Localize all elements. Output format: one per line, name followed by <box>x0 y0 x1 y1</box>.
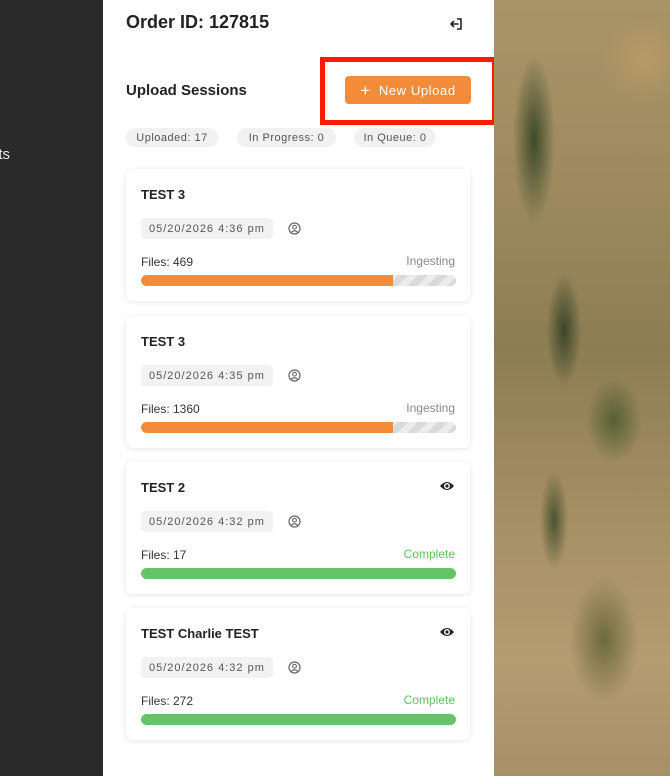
page-title: Order ID: 127815 <box>126 12 270 32</box>
left-nav: nts <box>0 0 103 776</box>
new-upload-label: New Upload <box>378 82 456 98</box>
new-upload-button[interactable]: + New Upload <box>345 76 471 104</box>
session-status: Ingesting <box>406 254 455 268</box>
user-icon <box>288 222 301 235</box>
session-status: Complete <box>403 693 455 707</box>
session-date: 05/20/2026 4:32 pm <box>141 511 273 532</box>
progress-bar <box>141 275 456 286</box>
nav-item-label[interactable]: nts <box>0 146 10 163</box>
section-title: Upload Sessions <box>126 82 247 99</box>
progress-fill <box>141 568 456 579</box>
session-file-count: Files: 17 <box>141 548 187 562</box>
session-date: 05/20/2026 4:32 pm <box>141 657 273 678</box>
user-icon <box>288 369 301 382</box>
progress-bar <box>141 714 456 725</box>
progress-fill <box>141 714 456 725</box>
in-progress-count-badge: In Progress: 0 <box>237 128 336 147</box>
session-file-count: Files: 272 <box>141 694 194 708</box>
user-icon <box>288 661 301 674</box>
uploaded-count-badge: Uploaded: 17 <box>126 128 218 147</box>
session-title: TEST 3 <box>141 187 186 202</box>
progress-bar <box>141 568 456 579</box>
upload-session-card[interactable]: TEST 3 05/20/2026 4:35 pm Files: 1360 In… <box>126 316 470 448</box>
upload-session-card[interactable]: TEST Charlie TEST 05/20/2026 4:32 pm Fil… <box>126 608 470 740</box>
progress-fill <box>141 422 393 433</box>
session-status: Complete <box>403 547 455 561</box>
upload-session-card[interactable]: TEST 2 05/20/2026 4:32 pm Files: 17 Comp… <box>126 462 470 594</box>
in-queue-count-badge: In Queue: 0 <box>354 128 436 147</box>
upload-session-card[interactable]: TEST 3 05/20/2026 4:36 pm Files: 469 Ing… <box>126 169 470 301</box>
progress-bar <box>141 422 456 433</box>
plus-icon: + <box>360 80 371 100</box>
session-title: TEST 2 <box>141 480 186 495</box>
user-icon <box>288 515 301 528</box>
session-status: Ingesting <box>406 401 455 415</box>
session-title: TEST Charlie TEST <box>141 626 259 641</box>
session-date: 05/20/2026 4:36 pm <box>141 218 273 239</box>
eye-icon[interactable] <box>439 479 455 493</box>
eye-icon[interactable] <box>439 625 455 639</box>
order-panel: Order ID: 127815 Upload Sessions + New U… <box>103 0 494 776</box>
satellite-map[interactable] <box>494 0 670 776</box>
session-title: TEST 3 <box>141 334 186 349</box>
logout-icon[interactable] <box>447 15 465 33</box>
session-date: 05/20/2026 4:35 pm <box>141 365 273 386</box>
session-file-count: Files: 1360 <box>141 402 200 416</box>
progress-fill <box>141 275 393 286</box>
session-file-count: Files: 469 <box>141 255 194 269</box>
